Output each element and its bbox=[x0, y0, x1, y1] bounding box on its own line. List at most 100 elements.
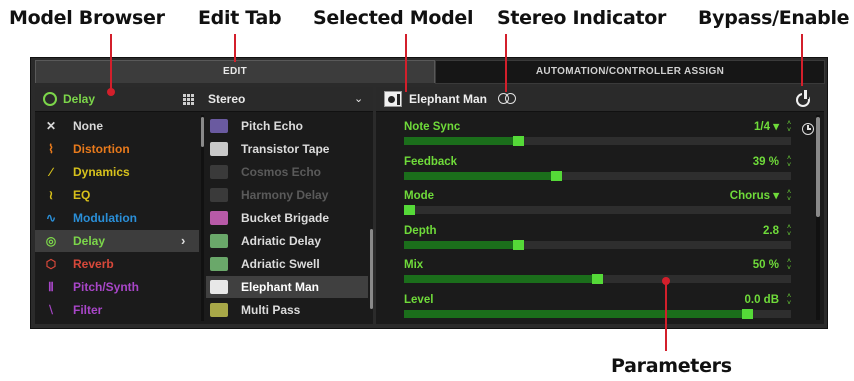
model-item-label: Multi Pass bbox=[241, 303, 301, 317]
stepper-icon[interactable]: ˄ ˅ bbox=[785, 258, 793, 272]
param-value[interactable]: 0.0 dB bbox=[744, 293, 779, 307]
category-item-eq[interactable]: ≀ EQ bbox=[35, 184, 199, 206]
model-item-label: Adriatic Delay bbox=[241, 234, 322, 248]
param-slider[interactable] bbox=[404, 308, 791, 319]
param-slider[interactable] bbox=[404, 136, 791, 146]
param-depth: Depth 2.8 ˄ ˅ bbox=[404, 224, 793, 256]
param-slider[interactable] bbox=[404, 205, 791, 215]
slider-handle[interactable] bbox=[513, 239, 524, 250]
model-item-adriatic-swell[interactable]: Adriatic Swell bbox=[206, 253, 368, 275]
model-item-harmony-delay[interactable]: Harmony Delay bbox=[206, 184, 368, 206]
callout-bypass-enable: Bypass/Enable bbox=[698, 7, 850, 29]
stepper-icon[interactable]: ˄ ˅ bbox=[785, 189, 793, 203]
category-item-label: Dynamics bbox=[73, 165, 130, 179]
category-item-label: Modulation bbox=[73, 211, 137, 225]
param-slider[interactable] bbox=[404, 170, 791, 181]
category-item-modulation[interactable]: ∿ Modulation bbox=[35, 207, 199, 229]
category-item-dynamics[interactable]: ∕ Dynamics bbox=[35, 161, 199, 183]
callout-edit-tab: Edit Tab bbox=[198, 7, 282, 29]
slider-fill bbox=[404, 309, 747, 318]
category-dropdown[interactable]: Delay bbox=[43, 90, 95, 108]
eq-icon: ≀ bbox=[48, 188, 54, 202]
param-label: Note Sync bbox=[404, 121, 461, 133]
stepper-icon[interactable]: ˄ ˅ bbox=[785, 120, 793, 134]
param-label: Depth bbox=[404, 224, 437, 237]
param-feedback: Feedback 39 % ˄ ˅ bbox=[404, 155, 793, 187]
model-item-transistor-tape[interactable]: Transistor Tape bbox=[206, 138, 368, 160]
slider-handle[interactable] bbox=[551, 170, 562, 181]
model-item-multi-pass[interactable]: Multi Pass bbox=[206, 299, 368, 321]
category-item-distortion[interactable]: ⌇ Distortion bbox=[35, 138, 199, 160]
slider-fill bbox=[404, 275, 597, 283]
pointer-dot-model-browser bbox=[107, 88, 115, 96]
param-value[interactable]: Chorus ▾ bbox=[730, 189, 779, 203]
slider-handle[interactable] bbox=[742, 308, 753, 319]
model-thumbnail-icon bbox=[210, 303, 228, 317]
category-item-label: Filter bbox=[73, 303, 103, 317]
chevron-right-icon: › bbox=[181, 233, 186, 248]
param-value[interactable]: 1/4 ▾ bbox=[754, 120, 779, 134]
stereo-indicator-icon bbox=[496, 93, 518, 105]
model-list-scrollbar[interactable] bbox=[370, 229, 373, 309]
slider-handle[interactable] bbox=[513, 136, 524, 146]
model-item-label: Cosmos Echo bbox=[241, 165, 322, 179]
parameter-scrollbar[interactable] bbox=[816, 115, 820, 320]
slider-handle[interactable] bbox=[404, 205, 415, 215]
param-level: Level 0.0 dB ˄ ˅ bbox=[404, 293, 793, 325]
selected-model-name: Elephant Man bbox=[409, 92, 488, 106]
pointer-line-model-browser bbox=[110, 34, 112, 92]
selected-model-header: Elephant Man bbox=[376, 87, 824, 112]
param-label: Mix bbox=[404, 259, 424, 271]
category-scrollbar[interactable] bbox=[201, 115, 204, 321]
callout-selected-model: Selected Model bbox=[313, 7, 474, 29]
category-item-filter[interactable]: ⧵ Filter bbox=[35, 299, 199, 321]
model-item-bucket-brigade[interactable]: Bucket Brigade bbox=[206, 207, 368, 229]
category-item-label: Pitch/Synth bbox=[73, 280, 140, 294]
model-thumbnail-icon bbox=[210, 257, 228, 271]
param-value[interactable]: 50 % bbox=[753, 258, 779, 272]
x-icon: ✕ bbox=[45, 119, 57, 133]
param-mode: Mode Chorus ▾ ˄ ˅ bbox=[404, 189, 793, 221]
callout-model-browser: Model Browser bbox=[9, 7, 165, 29]
grid-view-icon[interactable] bbox=[183, 94, 194, 105]
stepper-icon[interactable]: ˄ ˅ bbox=[785, 155, 793, 169]
model-thumbnail-icon bbox=[210, 234, 228, 248]
param-value[interactable]: 39 % bbox=[753, 155, 779, 169]
model-item-label: Pitch Echo bbox=[241, 119, 304, 133]
model-thumbnail-icon bbox=[210, 142, 228, 156]
model-item-label: Transistor Tape bbox=[241, 142, 330, 156]
model-item-pitch-echo[interactable]: Pitch Echo bbox=[206, 115, 368, 137]
model-item-adriatic-delay[interactable]: Adriatic Delay bbox=[206, 230, 368, 252]
stepper-icon[interactable]: ˄ ˅ bbox=[785, 293, 793, 307]
app-window: EDIT AUTOMATION/CONTROLLER ASSIGN Delay … bbox=[30, 57, 828, 329]
category-item-delay[interactable]: ◎ Delay › bbox=[35, 230, 199, 252]
model-browser: Delay Stereo ⌄ ✕ None ⌇ Distortion ∕ Dynamics… bbox=[35, 87, 373, 324]
pointer-line-edit-tab bbox=[234, 34, 236, 62]
clock-icon[interactable] bbox=[802, 123, 814, 135]
category-header-label: Delay bbox=[63, 92, 96, 106]
pointer-line-selected-model bbox=[405, 34, 407, 92]
chevron-down-icon[interactable]: ⌄ bbox=[354, 90, 363, 108]
model-item-cosmos-echo[interactable]: Cosmos Echo bbox=[206, 161, 368, 183]
model-item-elephant-man[interactable]: Elephant Man bbox=[206, 276, 368, 298]
stepper-icon[interactable]: ˄ ˅ bbox=[785, 224, 793, 238]
callout-parameters: Parameters bbox=[611, 355, 732, 377]
slider-fill bbox=[404, 240, 518, 249]
delay-icon bbox=[43, 92, 57, 106]
category-item-pitch-synth[interactable]: Ⅱ Pitch/Synth bbox=[35, 276, 199, 298]
pointer-dot-parameters bbox=[662, 277, 670, 285]
slider-handle[interactable] bbox=[592, 274, 603, 284]
bypass-enable-button[interactable] bbox=[792, 89, 814, 109]
category-item-label: Reverb bbox=[73, 257, 114, 271]
param-slider[interactable] bbox=[404, 274, 791, 284]
tab-edit[interactable]: EDIT bbox=[35, 60, 435, 83]
tab-automation-controller-assign[interactable]: AUTOMATION/CONTROLLER ASSIGN bbox=[435, 60, 825, 84]
category-item-reverb[interactable]: ⬡ Reverb bbox=[35, 253, 199, 275]
param-label: Mode bbox=[404, 190, 435, 202]
param-slider[interactable] bbox=[404, 239, 791, 250]
pointer-line-bypass-enable bbox=[801, 34, 803, 86]
param-value[interactable]: 2.8 bbox=[763, 224, 779, 238]
model-thumbnail-icon bbox=[210, 165, 228, 179]
category-item-none[interactable]: ✕ None bbox=[35, 115, 199, 137]
channel-select-label[interactable]: Stereo bbox=[208, 90, 245, 108]
